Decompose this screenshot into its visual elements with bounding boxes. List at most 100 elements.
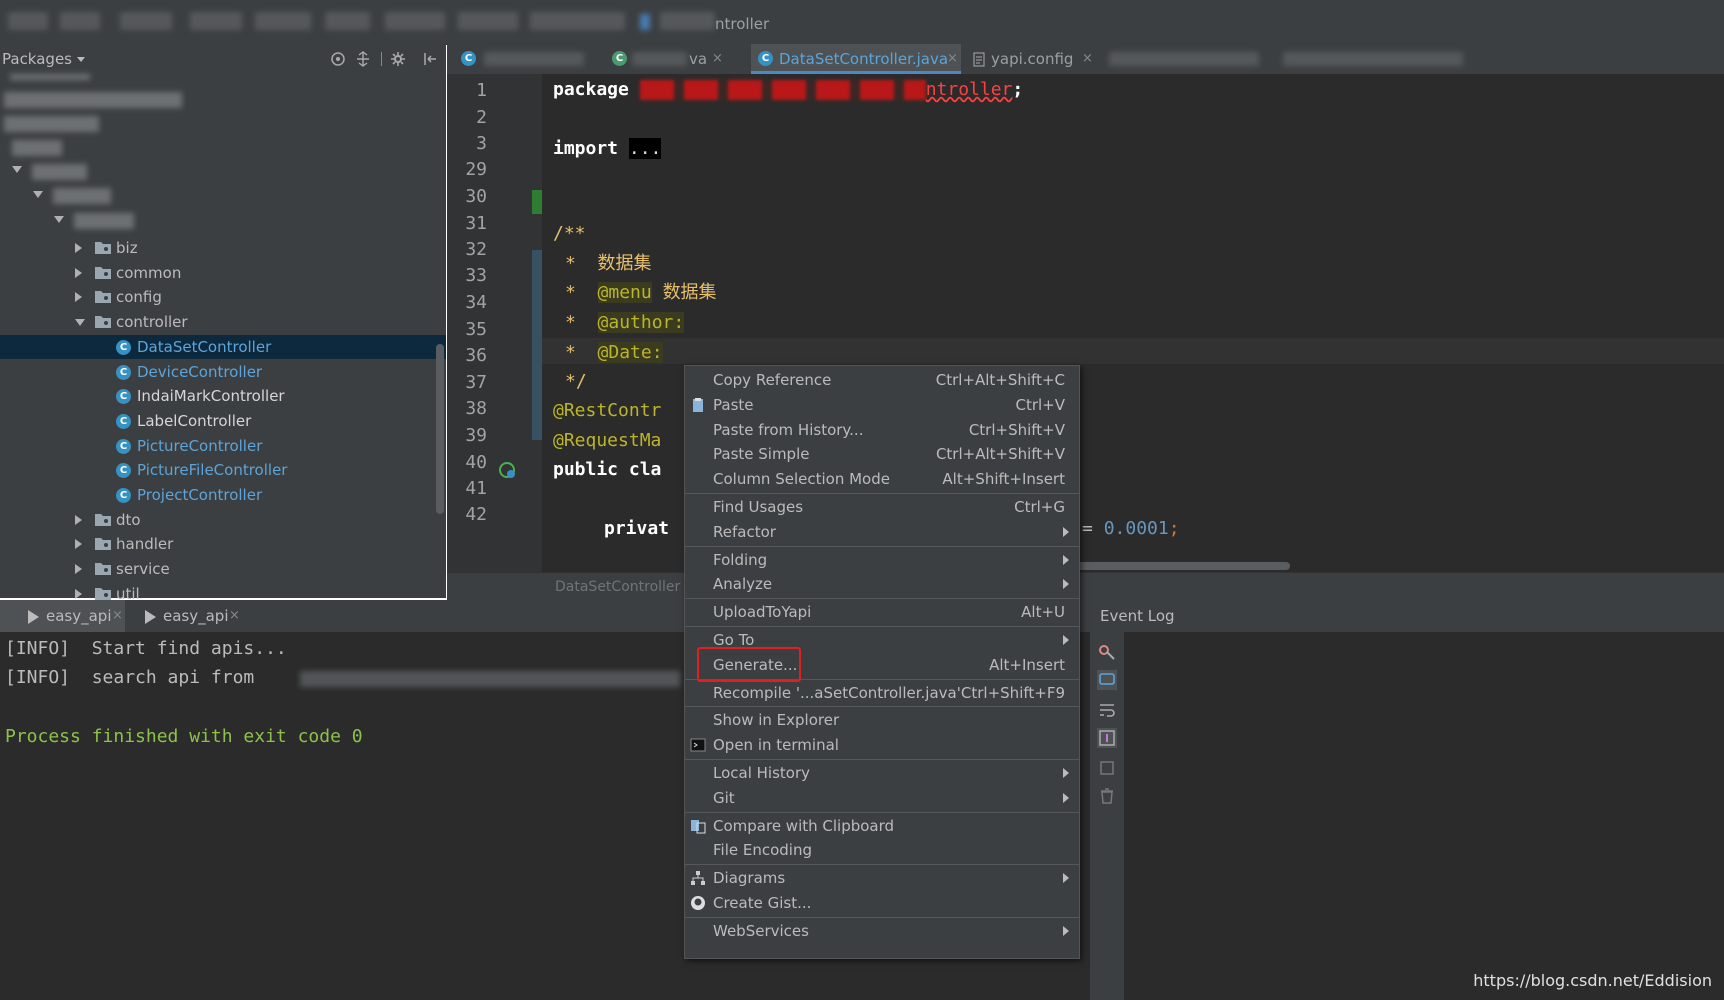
- spring-bean-icon[interactable]: [497, 460, 517, 480]
- menu-separator: [685, 811, 1079, 813]
- editor-tab-datasetcontroller[interactable]: C DataSetController.java ×: [751, 44, 961, 74]
- menu-item-folding[interactable]: Folding: [685, 548, 1079, 572]
- chevron-down-icon[interactable]: [33, 191, 43, 198]
- menu-item-paste[interactable]: Paste Ctrl+V: [685, 393, 1079, 417]
- change-marker: [532, 250, 542, 440]
- menu-item-copy-reference[interactable]: Copy Reference Ctrl+Alt+Shift+C: [685, 368, 1079, 392]
- menu-item-webservices[interactable]: WebServices: [685, 919, 1079, 943]
- tree-item-controller[interactable]: controller: [0, 310, 446, 334]
- settings-icon[interactable]: [1097, 642, 1117, 662]
- tree-item-handler[interactable]: handler: [0, 532, 446, 556]
- class-icon: C: [116, 339, 131, 355]
- gear-icon[interactable]: [390, 51, 406, 67]
- close-icon[interactable]: ×: [112, 600, 123, 632]
- chevron-right-icon: [1063, 873, 1069, 884]
- balloon-icon[interactable]: [1097, 670, 1117, 690]
- mark-read-icon[interactable]: [1097, 758, 1117, 778]
- menu-item-git[interactable]: Git: [685, 786, 1079, 810]
- menu-item-paste-simple[interactable]: Paste Simple Ctrl+Alt+Shift+V: [685, 442, 1079, 466]
- breadcrumb-controller[interactable]: ntroller: [715, 15, 769, 33]
- tree-item-label: dto: [116, 510, 141, 529]
- menu-item-show-in-explorer[interactable]: Show in Explorer: [685, 708, 1079, 732]
- project-panel-header: Packages: [0, 44, 446, 75]
- menu-item-open-in-terminal[interactable]: Open in terminal: [685, 733, 1079, 757]
- editor-tab-2[interactable]: C va ×: [602, 44, 732, 74]
- folded-imports[interactable]: ...: [628, 138, 662, 159]
- menu-item-uploadtoyapi[interactable]: UploadToYapi Alt+U: [685, 600, 1079, 624]
- chevron-down-icon[interactable]: [54, 216, 64, 223]
- close-icon[interactable]: ×: [712, 44, 723, 74]
- tree-item-dto[interactable]: dto: [0, 508, 446, 532]
- editor-tab-yapi-config[interactable]: yapi.config ×: [965, 44, 1095, 74]
- tree-item-biz[interactable]: biz: [0, 236, 446, 260]
- tab-2-label: va: [689, 50, 708, 68]
- menu-item-label: Folding: [713, 550, 768, 569]
- tree-item-common[interactable]: common: [0, 261, 446, 285]
- collapse-all-icon[interactable]: [355, 51, 371, 67]
- trash-icon[interactable]: [1097, 786, 1117, 806]
- menu-item-paste-from-history[interactable]: Paste from History... Ctrl+Shift+V: [685, 418, 1079, 442]
- menu-item-find-usages[interactable]: Find Usages Ctrl+G: [685, 495, 1079, 519]
- close-icon[interactable]: ×: [1082, 44, 1093, 74]
- editor-tab-6[interactable]: [1273, 44, 1473, 74]
- package-folder-icon: [95, 538, 111, 551]
- tree-item-service[interactable]: service: [0, 557, 446, 581]
- play-icon: [28, 610, 39, 624]
- menu-item-refactor[interactable]: Refactor: [685, 520, 1079, 544]
- tree-scrollbar[interactable]: [436, 344, 444, 514]
- hide-panel-icon[interactable]: [422, 51, 438, 67]
- editor-horizontal-scrollbar[interactable]: [1070, 562, 1290, 570]
- menu-item-shortcut: Ctrl+Shift+V: [968, 420, 1065, 439]
- tree-item-datasetcontroller[interactable]: C DataSetController: [0, 334, 446, 359]
- tree-item-labelcontroller[interactable]: C LabelController: [0, 409, 446, 433]
- chevron-right-icon[interactable]: [75, 539, 82, 550]
- tree-item-picturecontroller[interactable]: C PictureController: [0, 434, 446, 458]
- chevron-right-icon[interactable]: [75, 292, 82, 303]
- chevron-right-icon[interactable]: [75, 588, 82, 599]
- menu-item-create-gist[interactable]: Create Gist...: [685, 891, 1079, 915]
- tab-label: yapi.config: [991, 50, 1074, 68]
- line-number: 38: [465, 398, 487, 419]
- tree-item-indaimarkcontroller[interactable]: C IndaiMarkController: [0, 384, 446, 408]
- footer-class-name[interactable]: DataSetController: [555, 579, 680, 595]
- chevron-right-icon[interactable]: [75, 514, 82, 525]
- line-number: 37: [465, 372, 487, 393]
- project-view-selector[interactable]: Packages: [2, 50, 72, 68]
- menu-item-local-history[interactable]: Local History: [685, 761, 1079, 785]
- tree-item-label: DataSetController: [137, 337, 272, 356]
- tree-item-projectcontroller[interactable]: C ProjectController: [0, 483, 446, 507]
- chevron-right-icon[interactable]: [75, 243, 82, 253]
- menu-item-column-selection-mode[interactable]: Column Selection Mode Alt+Shift+Insert: [685, 467, 1079, 491]
- locate-icon[interactable]: [330, 51, 346, 67]
- soft-wrap-icon[interactable]: [1097, 700, 1117, 720]
- run-tab-1[interactable]: easy_api ×: [0, 600, 125, 632]
- tree-item-config[interactable]: config: [0, 285, 446, 309]
- tree-item-devicecontroller[interactable]: C DeviceController: [0, 360, 446, 384]
- chevron-down-icon[interactable]: [77, 57, 85, 62]
- chevron-right-icon[interactable]: [75, 267, 82, 278]
- console-line-1: [INFO] Start find apis...: [5, 638, 287, 659]
- scroll-to-end-icon[interactable]: [1097, 728, 1117, 748]
- code-line-38: @RequestMa: [553, 430, 662, 451]
- run-tab-2[interactable]: easy_api ×: [130, 600, 255, 632]
- tree-item-picturefilecontroller[interactable]: C PictureFileController: [0, 458, 446, 482]
- chevron-down-icon[interactable]: [12, 166, 22, 173]
- menu-item-analyze[interactable]: Analyze: [685, 572, 1079, 596]
- editor-tab-5[interactable]: [1099, 44, 1269, 74]
- menu-separator: [685, 864, 1079, 866]
- menu-item-shortcut: Alt+Insert: [989, 655, 1065, 674]
- close-icon[interactable]: ×: [229, 600, 240, 632]
- menu-item-recompile-asetcontroller-java[interactable]: Recompile '...aSetController.java' Ctrl+S…: [685, 681, 1079, 705]
- chevron-right-icon[interactable]: [75, 564, 82, 575]
- chevron-down-icon[interactable]: [75, 319, 85, 327]
- close-icon[interactable]: ×: [947, 44, 958, 74]
- code-line-33: * @menu 数据集: [565, 282, 717, 303]
- console-line-2: [INFO] search api from: [5, 667, 255, 688]
- menu-item-compare-with-clipboard[interactable]: Compare with Clipboard: [685, 814, 1079, 838]
- menu-item-diagrams[interactable]: Diagrams: [685, 866, 1079, 890]
- menu-item-file-encoding[interactable]: File Encoding: [685, 838, 1079, 862]
- menu-item-label: UploadToYapi: [713, 603, 812, 622]
- line-number: 40: [465, 452, 487, 473]
- editor-breadcrumb: DataSetController: [447, 572, 1724, 601]
- editor-tab-1[interactable]: C: [449, 44, 599, 74]
